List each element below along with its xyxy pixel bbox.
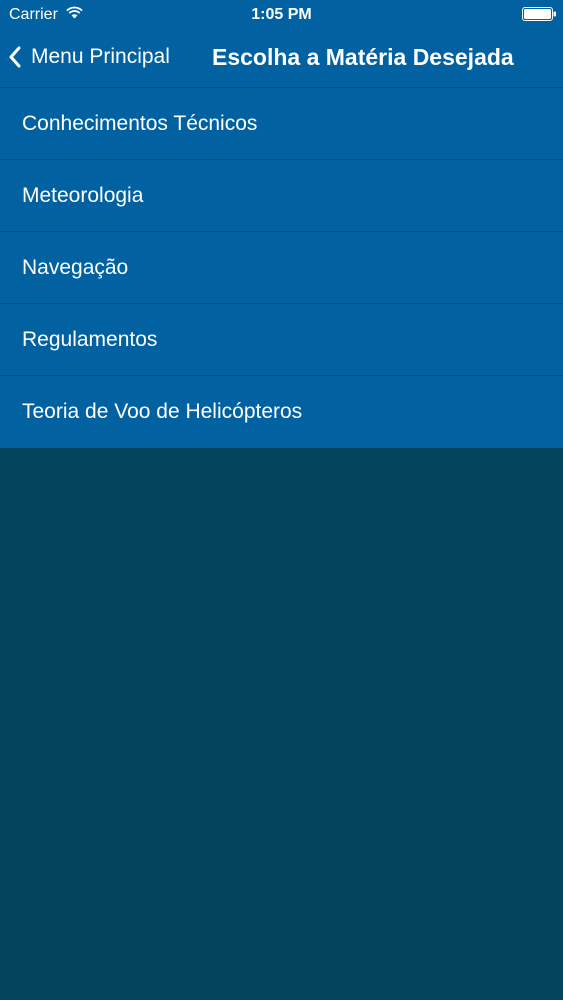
top-area: Carrier 1:05 PM Menu Principal Escolha a…: [0, 0, 563, 88]
list-item-navegacao[interactable]: Navegação: [0, 232, 563, 304]
list-item-label: Teoria de Voo de Helicópteros: [22, 400, 303, 423]
list-item-label: Conhecimentos Técnicos: [22, 112, 258, 135]
list-item-label: Navegação: [22, 256, 129, 279]
list-item-label: Regulamentos: [22, 328, 158, 351]
list-item-conhecimentos-tecnicos[interactable]: Conhecimentos Técnicos: [0, 88, 563, 160]
chevron-left-icon: [9, 46, 21, 68]
battery-icon: [522, 7, 556, 21]
back-button-label: Menu Principal: [31, 45, 170, 68]
list-item-label: Meteorologia: [22, 184, 144, 207]
back-button[interactable]: Menu Principal: [8, 42, 170, 72]
list-item-regulamentos[interactable]: Regulamentos: [0, 304, 563, 376]
list-item-teoria-de-voo[interactable]: Teoria de Voo de Helicópteros: [0, 376, 563, 448]
page-title: Escolha a Matéria Desejada: [212, 44, 514, 70]
status-time: 1:05 PM: [251, 6, 312, 23]
status-bar: Carrier 1:05 PM: [0, 0, 563, 30]
subject-list: Conhecimentos Técnicos Meteorologia Nave…: [0, 88, 563, 448]
list-item-meteorologia[interactable]: Meteorologia: [0, 160, 563, 232]
navigation-bar: Menu Principal Escolha a Matéria Desejad…: [0, 30, 563, 86]
